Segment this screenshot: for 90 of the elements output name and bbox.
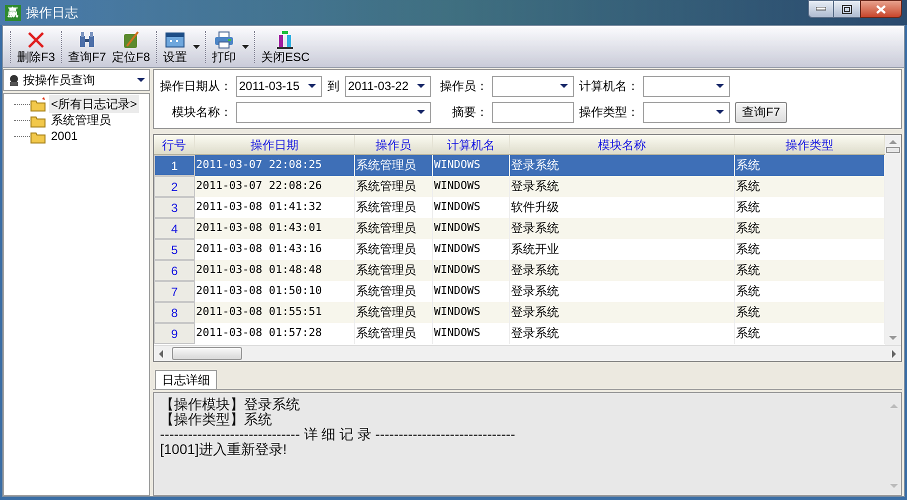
- toolbar-button[interactable]: 打印: [209, 26, 240, 66]
- query-button[interactable]: 查询F7: [735, 102, 787, 122]
- caret-icon: [417, 84, 425, 88]
- row-number: 6: [154, 260, 195, 281]
- dropdown-field[interactable]: [643, 76, 730, 96]
- field-label: 计算机名：: [578, 78, 640, 95]
- field-label: 模块名称：: [171, 104, 233, 121]
- table-row[interactable]: 2 2011-03-07 22:08:26 系统管理员 WINDOWS 登录系统 系统: [154, 176, 885, 197]
- scroll-down-icon: [889, 335, 897, 341]
- row-number: 3: [154, 197, 195, 218]
- person-icon: [8, 74, 20, 86]
- toolbar-button[interactable]: 关闭ESC: [258, 26, 313, 66]
- field-label: 操作日期从：: [160, 78, 233, 95]
- maximize-icon: [842, 4, 852, 14]
- caret-icon: [242, 44, 249, 48]
- dropdown-field[interactable]: [492, 76, 574, 96]
- detail-line: [1001]进入重新登录!: [160, 442, 288, 457]
- app-logo: 赢: [5, 4, 21, 20]
- row-number: 1: [154, 155, 195, 176]
- scroll-thumb[interactable]: [886, 147, 900, 153]
- date-field[interactable]: 2011-03-22: [345, 76, 431, 96]
- input-field[interactable]: [492, 102, 574, 122]
- horizontal-scrollbar[interactable]: [154, 345, 901, 361]
- table-cell: 2011-03-08 01:57:28: [195, 323, 355, 344]
- maximize-button[interactable]: [834, 0, 860, 18]
- toolbar-button[interactable]: 查询F7: [65, 26, 110, 66]
- table-row[interactable]: 7 2011-03-08 01:50:10 系统管理员 WINDOWS 登录系统 系统: [154, 281, 885, 302]
- query-mode-dropdown[interactable]: 按操作员查询: [3, 69, 150, 91]
- vertical-scrollbar[interactable]: [885, 135, 901, 345]
- caret-icon: [417, 110, 425, 114]
- caret-icon: [137, 78, 145, 82]
- window-icon: [165, 30, 186, 50]
- toolbar-button[interactable]: 设置: [160, 26, 190, 66]
- field-label: 操作类型：: [578, 104, 640, 121]
- dropdown-field[interactable]: [643, 102, 730, 122]
- detail-line: 【操作类型】系统: [160, 412, 273, 427]
- row-number: 5: [154, 239, 195, 260]
- scroll-up-icon: [889, 139, 897, 145]
- scroll-thumb[interactable]: [172, 347, 242, 360]
- window-title: 操作日志: [26, 4, 78, 22]
- tree-item[interactable]: 系统管理员: [49, 111, 113, 129]
- scroll-down-icon: [890, 483, 898, 489]
- table-row[interactable]: 9 2011-03-08 01:57:28 系统管理员 WINDOWS 登录系统 系统: [154, 323, 885, 344]
- close-icon: [876, 4, 886, 14]
- dropdown-field[interactable]: [236, 102, 431, 122]
- pen-icon: [121, 30, 142, 50]
- table-row[interactable]: 8 2011-03-08 01:55:51 系统管理员 WINDOWS 登录系统 系统: [154, 302, 885, 323]
- table-cell: WINDOWS: [433, 323, 510, 344]
- caret-icon: [716, 110, 724, 114]
- printer-icon: [214, 30, 234, 50]
- row-number: 9: [154, 323, 195, 344]
- table-cell: 系统管理员: [355, 323, 433, 344]
- table-row[interactable]: 1 2011-03-07 22:08:25 系统管理员 WINDOWS 登录系统 系统: [154, 155, 885, 176]
- close-button[interactable]: [860, 0, 902, 18]
- column-header[interactable]: 模块名称: [510, 135, 735, 154]
- toolbar-button[interactable]: 定位F8: [109, 26, 154, 66]
- toolbar-button[interactable]: 删除F3: [14, 26, 58, 66]
- column-header[interactable]: 操作员: [355, 135, 433, 154]
- detail-line: 【操作模块】登录系统: [160, 397, 301, 412]
- tree-item[interactable]: <所有日志记录>: [49, 95, 140, 113]
- row-number: 2: [154, 176, 195, 197]
- field-label: 摘要：: [451, 104, 489, 121]
- caret-icon: [560, 84, 568, 88]
- table-cell: 登录系统: [510, 323, 735, 344]
- minimize-button[interactable]: [808, 0, 834, 18]
- folder-icon: [30, 96, 46, 112]
- table-row[interactable]: 4 2011-03-08 01:43:01 系统管理员 WINDOWS 登录系统 系统: [154, 218, 885, 239]
- row-number: 4: [154, 218, 195, 239]
- column-header[interactable]: 操作日期: [195, 135, 355, 154]
- scroll-left-icon: [158, 350, 164, 358]
- tree-item[interactable]: 2001: [49, 127, 80, 145]
- row-number: 7: [154, 281, 195, 302]
- column-header[interactable]: 行号: [154, 135, 195, 154]
- table-row[interactable]: 3 2011-03-08 01:41:32 系统管理员 WINDOWS 软件升级 系统: [154, 197, 885, 218]
- minimize-icon: [816, 7, 826, 11]
- cross-icon: [26, 30, 46, 50]
- caret-icon: [716, 84, 724, 88]
- date-field[interactable]: 2011-03-15: [236, 76, 322, 96]
- row-number: 8: [154, 302, 195, 323]
- field-label: 到: [326, 78, 340, 95]
- caret-icon: [192, 44, 200, 48]
- scroll-right-icon: [891, 350, 897, 358]
- table-row[interactable]: 6 2011-03-08 01:48:48 系统管理员 WINDOWS 登录系统 系统: [154, 260, 885, 281]
- scroll-up-icon: [890, 403, 898, 409]
- caret-icon: [308, 84, 316, 88]
- table-row[interactable]: 5 2011-03-08 01:43:16 系统管理员 WINDOWS 系统开业 系统: [154, 239, 885, 260]
- column-header[interactable]: 计算机名: [433, 135, 510, 154]
- detail-line: ------------------------------ 详 细 记 录 ------------------------------: [160, 427, 516, 442]
- field-label: 操作员：: [439, 78, 489, 95]
- tab[interactable]: 日志详细: [155, 370, 217, 389]
